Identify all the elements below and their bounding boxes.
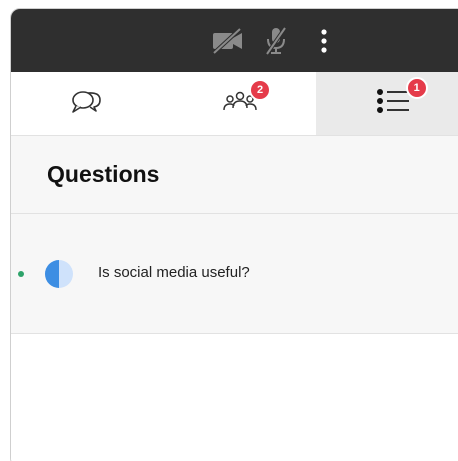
questions-header: Questions xyxy=(11,136,458,214)
page-title: Questions xyxy=(47,161,160,187)
status-dot xyxy=(18,271,24,277)
chat-bubbles-icon xyxy=(72,91,102,113)
question-item[interactable]: Is social media useful? xyxy=(11,214,458,334)
more-vertical-icon xyxy=(321,28,327,53)
tab-participants[interactable]: 2 xyxy=(164,72,317,135)
panel-tabs: 2 1 xyxy=(11,72,458,136)
tab-chat[interactable] xyxy=(11,72,164,135)
questions-count-badge: 1 xyxy=(405,77,428,99)
mic-off-icon xyxy=(265,26,287,55)
tab-questions[interactable]: 1 xyxy=(316,72,458,135)
question-text: Is social media useful? xyxy=(98,264,250,281)
app-window: 2 1 Questions Is social media useful? xyxy=(10,8,458,461)
toggle-mic-button[interactable] xyxy=(258,23,294,59)
participants-count-badge: 2 xyxy=(249,79,271,101)
more-options-button[interactable] xyxy=(306,23,342,59)
empty-area xyxy=(11,334,458,461)
questions-list-icon xyxy=(376,89,409,113)
video-off-icon xyxy=(212,27,242,54)
toggle-video-button[interactable] xyxy=(210,23,246,59)
progress-pie-icon xyxy=(45,260,73,288)
media-control-bar xyxy=(11,9,458,72)
